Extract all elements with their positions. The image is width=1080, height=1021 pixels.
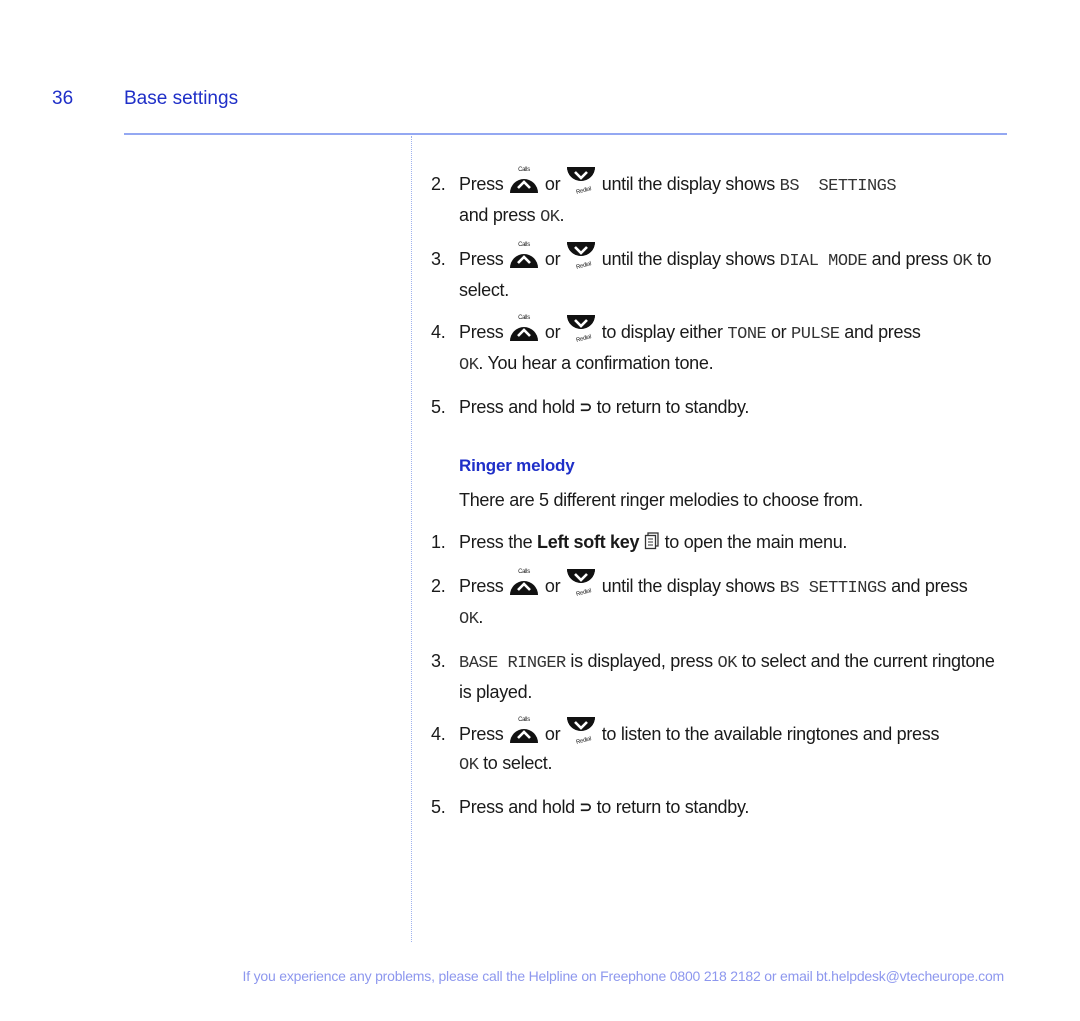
display-text: BS SETTINGS: [779, 177, 897, 196]
ringer-intro: There are 5 different ringer melodies to…: [459, 490, 863, 510]
instructions: 2. Press Calls or Redial until the displ…: [431, 167, 1011, 835]
step-item: 2. Press Calls or Redial until the displ…: [431, 569, 1011, 634]
step-text: to open the main menu.: [664, 532, 848, 552]
display-text: OK: [459, 356, 479, 375]
step-item: 3. Press Calls or Redial until the displ…: [431, 242, 1011, 305]
calls-up-button-icon: Calls: [508, 569, 540, 595]
display-text: TONE: [727, 325, 767, 344]
svg-text:Redial: Redial: [576, 736, 592, 745]
display-text: OK: [459, 756, 479, 775]
step-text: until the display shows: [601, 174, 776, 194]
step-item: 4. Press Calls or Redial to display eith…: [431, 315, 1011, 380]
step-text: and press: [844, 322, 921, 342]
step-text: Press: [459, 724, 504, 744]
step-text: Press: [459, 322, 504, 342]
step-item: 3. BASE RINGER is displayed, press OK to…: [431, 647, 1011, 707]
step-text: to return to standby.: [596, 797, 750, 817]
svg-text:Calls: Calls: [518, 167, 530, 173]
redial-down-button-icon: Redial: [565, 569, 597, 597]
display-text: OK: [540, 208, 560, 227]
step-text: to return to standby.: [596, 397, 750, 417]
svg-text:Calls: Calls: [518, 569, 530, 575]
step-text: and press: [459, 205, 536, 225]
svg-text:Calls: Calls: [518, 315, 530, 321]
calls-up-button-icon: Calls: [508, 242, 540, 268]
back-end-icon: ⊃: [579, 799, 593, 816]
display-text: OK: [459, 610, 479, 629]
redial-down-button-icon: Redial: [565, 717, 597, 745]
svg-text:Redial: Redial: [576, 588, 592, 597]
step-item: 1. Press the Left soft key to open the m…: [431, 528, 1011, 559]
step-item: 5. Press and hold ⊃ to return to standby…: [431, 793, 1011, 822]
svg-text:Calls: Calls: [518, 242, 530, 248]
header-divider: [124, 133, 1007, 135]
display-text: PULSE: [791, 325, 840, 344]
step-number: 4.: [431, 322, 446, 342]
section-title: Base settings: [124, 88, 239, 109]
step-text: .: [559, 205, 565, 225]
calls-up-button-icon: Calls: [508, 717, 540, 743]
step-text: . You hear a confirmation tone.: [478, 353, 714, 373]
step-text: until the display shows: [601, 249, 776, 269]
step-number: 4.: [431, 724, 446, 744]
display-text: BASE RINGER: [459, 654, 566, 673]
step-text: to listen to the available ringtones and…: [601, 724, 940, 744]
step-item: 5. Press and hold ⊃ to return to standby…: [431, 393, 1011, 422]
step-number: 2.: [431, 174, 446, 194]
display-text: OK: [952, 252, 973, 271]
step-number: 5.: [431, 797, 446, 817]
left-soft-key-label: Left soft key: [537, 532, 640, 552]
step-text: .: [478, 607, 484, 627]
redial-down-button-icon: Redial: [565, 242, 597, 270]
step-text: until the display shows: [601, 576, 776, 596]
svg-text:Redial: Redial: [576, 186, 592, 195]
step-number: 3.: [431, 249, 446, 269]
step-text: and press: [871, 249, 949, 269]
step-text: to display either: [601, 322, 723, 342]
step-number: 3.: [431, 651, 446, 671]
menu-soft-key-icon: [644, 530, 660, 559]
step-text: Press the: [459, 532, 533, 552]
redial-down-button-icon: Redial: [565, 315, 597, 343]
step-text: to select.: [483, 753, 553, 773]
step-text: and press: [891, 576, 968, 596]
step-text: Press and hold: [459, 397, 575, 417]
page-number: 36: [52, 88, 74, 109]
or-text: or: [544, 322, 561, 342]
step-text: Press and hold: [459, 797, 575, 817]
calls-up-button-icon: Calls: [508, 167, 540, 193]
step-text: Press: [459, 249, 504, 269]
calls-up-button-icon: Calls: [508, 315, 540, 341]
or-text: or: [544, 576, 561, 596]
ringer-melody-heading: Ringer melody: [459, 456, 575, 475]
column-divider: [411, 136, 412, 942]
step-text: Press: [459, 576, 504, 596]
step-text: Press: [459, 174, 504, 194]
back-end-icon: ⊃: [579, 399, 593, 416]
display-text: DIAL MODE: [779, 252, 868, 271]
or-text: or: [544, 724, 561, 744]
step-text: is displayed, press: [570, 651, 713, 671]
svg-text:Redial: Redial: [576, 334, 592, 343]
or-text: or: [544, 174, 561, 194]
step-item: 4. Press Calls or Redial to listen to th…: [431, 717, 1011, 780]
step-item: 2. Press Calls or Redial until the displ…: [431, 167, 1011, 232]
redial-down-button-icon: Redial: [565, 167, 597, 195]
step-number: 1.: [431, 532, 446, 552]
helpline-footer: If you experience any problems, please c…: [242, 968, 1005, 984]
step-text: or: [770, 322, 787, 342]
svg-text:Calls: Calls: [518, 717, 530, 723]
svg-text:Redial: Redial: [576, 261, 592, 270]
or-text: or: [544, 249, 561, 269]
display-text: OK: [717, 654, 738, 673]
step-number: 2.: [431, 576, 446, 596]
display-text: BS SETTINGS: [779, 579, 887, 598]
step-number: 5.: [431, 397, 446, 417]
